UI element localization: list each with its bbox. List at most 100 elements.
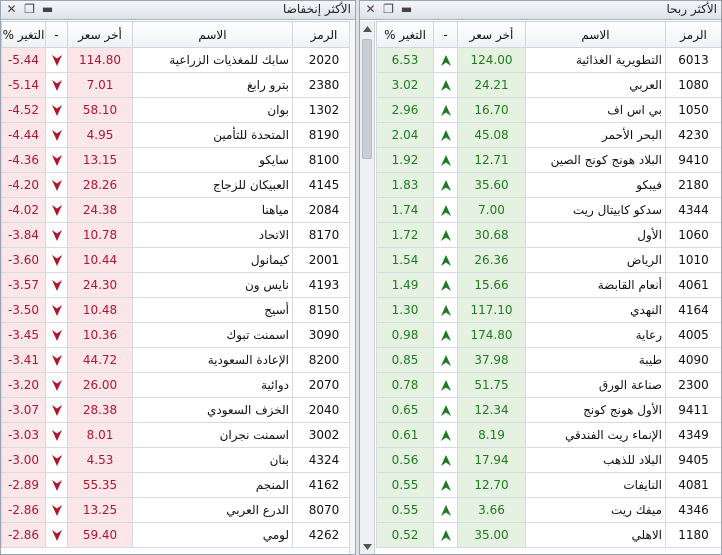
up-arrow-icon (433, 397, 458, 423)
column-header-change[interactable]: التغير % (376, 21, 434, 48)
table-row[interactable]: 2.04 45.08 البحر الأحمر 4230 (376, 122, 721, 148)
table-row[interactable]: -5.14 7.01 بترو رابغ 2380 (1, 72, 355, 98)
code-cell: 2040 (292, 397, 355, 423)
change-cell: 6.53 (376, 47, 434, 73)
table-row[interactable]: -3.57 24.30 نايس ون 4193 (1, 272, 355, 298)
table-row[interactable]: -4.44 4.95 المتحدة للتأمين 8190 (1, 122, 355, 148)
table-row[interactable]: -4.52 58.10 بوان 1302 (1, 97, 355, 123)
table-row[interactable]: -3.41 44.72 الإعادة السعودية 8200 (1, 347, 355, 373)
table-row[interactable]: -3.03 8.01 اسمنت نجران 3002 (1, 422, 355, 448)
up-arrow-icon (433, 522, 458, 548)
scroll-up-icon[interactable] (360, 21, 374, 36)
losers-panel: ✕ ❐ ▬ الأكثر إنخفاضا التغير % - أخر سعر … (0, 0, 356, 555)
column-header-price[interactable]: أخر سعر (67, 21, 133, 48)
name-cell: الإعادة السعودية (132, 347, 293, 373)
minimize-icon[interactable]: ▬ (40, 2, 55, 17)
table-row[interactable]: 1.54 26.36 الرياض 1010 (376, 247, 721, 273)
down-arrow-icon (45, 447, 68, 473)
table-row[interactable]: 1.92 12.71 البلاد هونج كونج الصين 9410 (376, 147, 721, 173)
minimize-icon[interactable]: ▬ (399, 2, 414, 17)
up-arrow-icon (433, 472, 458, 498)
table-row[interactable]: -2.86 59.40 لومي 4262 (1, 522, 355, 548)
table-row[interactable]: 0.52 35.00 الاهلي 1180 (376, 522, 721, 548)
code-cell: 4162 (292, 472, 355, 498)
name-cell: مياهنا (132, 197, 293, 223)
table-row[interactable]: -3.07 28.38 الخزف السعودي 2040 (1, 397, 355, 423)
column-header-direction[interactable]: - (45, 21, 68, 48)
table-row[interactable]: -2.86 13.25 الدرع العربي 8070 (1, 497, 355, 523)
table-row[interactable]: -5.44 114.80 سابك للمغذيات الزراعية 2020 (1, 47, 355, 73)
table-row[interactable]: -4.36 13.15 سايكو 8100 (1, 147, 355, 173)
column-header-name[interactable]: الاسم (132, 21, 293, 48)
code-cell: 8200 (292, 347, 355, 373)
down-arrow-icon (45, 247, 68, 273)
code-cell: 2180 (665, 172, 721, 198)
table-row[interactable]: 0.55 3.66 ميفك ريت 4346 (376, 497, 721, 523)
table-row[interactable]: -3.84 10.78 الاتحاد 8170 (1, 222, 355, 248)
table-row[interactable]: -3.45 10.36 اسمنت تبوك 3090 (1, 322, 355, 348)
change-cell: 1.30 (376, 297, 434, 323)
scroll-down-icon[interactable] (360, 539, 374, 554)
table-row[interactable]: 2.96 16.70 بي اس اف 1050 (376, 97, 721, 123)
table-row[interactable]: 1.83 35.60 فيبكو 2180 (376, 172, 721, 198)
price-cell: 24.21 (457, 72, 526, 98)
price-cell: 17.94 (457, 447, 526, 473)
table-row[interactable]: 0.78 51.75 صناعة الورق 2300 (376, 372, 721, 398)
gainers-titlebar[interactable]: ✕ ❐ ▬ الأكثر ربحا (360, 1, 721, 20)
table-row[interactable]: 1.72 30.68 الأول 1060 (376, 222, 721, 248)
table-row[interactable]: 0.55 12.70 النايفات 4081 (376, 472, 721, 498)
code-cell: 4164 (665, 297, 721, 323)
table-row[interactable]: -3.20 26.00 دوائية 2070 (1, 372, 355, 398)
table-row[interactable]: -2.89 55.35 المنجم 4162 (1, 472, 355, 498)
up-arrow-icon (433, 372, 458, 398)
table-row[interactable]: 0.56 17.94 البلاد للذهب 9405 (376, 447, 721, 473)
table-row[interactable]: -4.20 28.26 العبيكان للزجاج 4145 (1, 172, 355, 198)
price-cell: 51.75 (457, 372, 526, 398)
restore-icon[interactable]: ❐ (381, 2, 396, 17)
table-row[interactable]: 0.61 8.19 الإنماء ريت الفندقي 4349 (376, 422, 721, 448)
down-arrow-icon (45, 322, 68, 348)
name-cell: العربي (525, 72, 666, 98)
table-row[interactable]: 1.30 117.10 النهدي 4164 (376, 297, 721, 323)
column-header-direction[interactable]: - (433, 21, 458, 48)
losers-table: التغير % - أخر سعر الاسم الرمز -5.44 114.… (1, 21, 355, 548)
price-cell: 37.98 (457, 347, 526, 373)
table-row[interactable]: -3.00 4.53 بنان 4324 (1, 447, 355, 473)
column-header-price[interactable]: أخر سعر (457, 21, 526, 48)
column-header-code[interactable]: الرمز (665, 21, 721, 48)
gainers-scrollbar[interactable] (360, 21, 375, 554)
scroll-thumb[interactable] (362, 39, 372, 159)
table-row[interactable]: 1.49 15.66 أنعام القابضة 4061 (376, 272, 721, 298)
name-cell: الاتحاد (132, 222, 293, 248)
losers-title: الأكثر إنخفاضا (283, 2, 351, 16)
code-cell: 8070 (292, 497, 355, 523)
table-row[interactable]: -4.02 24.38 مياهنا 2084 (1, 197, 355, 223)
change-cell: 0.55 (376, 472, 434, 498)
close-icon[interactable]: ✕ (4, 2, 19, 17)
code-cell: 1302 (292, 97, 355, 123)
close-icon[interactable]: ✕ (363, 2, 378, 17)
table-row[interactable]: -3.50 10.48 أسيج 8150 (1, 297, 355, 323)
column-header-name[interactable]: الاسم (525, 21, 666, 48)
code-cell: 8100 (292, 147, 355, 173)
table-row[interactable]: 3.02 24.21 العربي 1080 (376, 72, 721, 98)
table-row[interactable]: -3.60 10.44 كيمانول 2001 (1, 247, 355, 273)
table-row[interactable]: 1.74 7.00 سدكو كابيتال ريت 4344 (376, 197, 721, 223)
column-header-code[interactable]: الرمز (292, 21, 355, 48)
restore-icon[interactable]: ❐ (22, 2, 37, 17)
change-cell: 0.98 (376, 322, 434, 348)
price-cell: 26.00 (67, 372, 133, 398)
table-row[interactable]: 0.98 174.80 رعاية 4005 (376, 322, 721, 348)
losers-titlebar[interactable]: ✕ ❐ ▬ الأكثر إنخفاضا (1, 1, 355, 20)
code-cell: 2001 (292, 247, 355, 273)
table-row[interactable]: 6.53 124.00 التطويرية الغذائية 6013 (376, 47, 721, 73)
price-cell: 28.38 (67, 397, 133, 423)
code-cell: 2300 (665, 372, 721, 398)
down-arrow-icon (45, 422, 68, 448)
table-row[interactable]: 0.85 37.98 طيبة 4090 (376, 347, 721, 373)
losers-window-buttons: ✕ ❐ ▬ (4, 2, 55, 17)
code-cell: 8190 (292, 122, 355, 148)
table-row[interactable]: 0.65 12.34 الأول هونج كونج 9411 (376, 397, 721, 423)
column-header-change[interactable]: التغير % (1, 21, 46, 48)
down-arrow-icon (45, 397, 68, 423)
